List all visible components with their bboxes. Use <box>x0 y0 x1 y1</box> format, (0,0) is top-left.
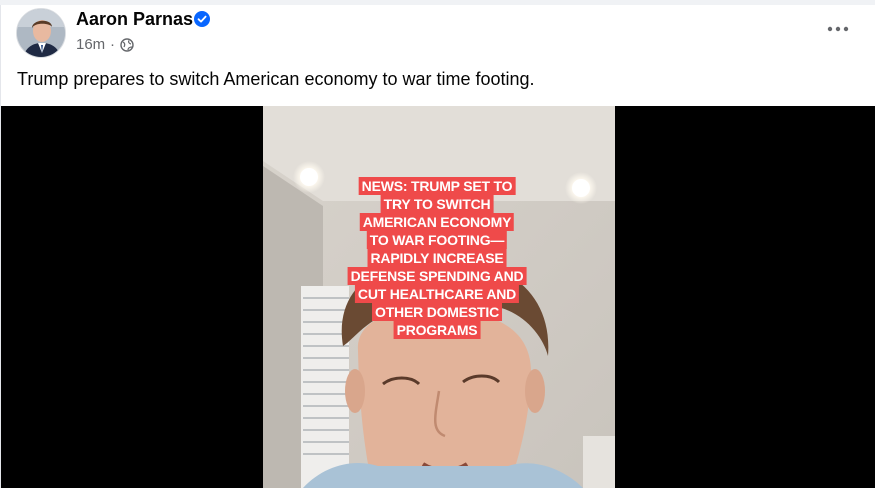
more-options-button[interactable] <box>820 14 856 44</box>
video-caption-line: TRY TO SWITCH <box>380 195 494 213</box>
video-caption-line: NEWS: TRUMP SET TO <box>358 177 516 195</box>
author-avatar[interactable] <box>16 8 66 58</box>
more-options-icon <box>827 26 849 32</box>
video-caption-line: TO WAR FOOTING— <box>366 231 508 249</box>
post-text: Trump prepares to switch American econom… <box>17 69 535 89</box>
video-frame[interactable]: NEWS: TRUMP SET TO TRY TO SWITCH AMERICA… <box>263 106 615 488</box>
author-name[interactable]: Aaron Parnas <box>76 9 193 30</box>
feed-top-gap <box>0 0 875 5</box>
video-caption-line: AMERICAN ECONOMY <box>359 213 515 231</box>
video-caption-line: DEFENSE SPENDING AND <box>347 267 527 285</box>
meta-separator: · <box>110 36 115 53</box>
video-caption-line: RAPIDLY INCREASE <box>367 249 507 267</box>
video-caption-line: CUT HEALTHCARE AND <box>354 285 520 303</box>
video-caption-line: PROGRAMS <box>393 321 481 339</box>
globe-icon[interactable] <box>120 38 134 52</box>
verified-badge-icon <box>194 11 210 27</box>
video-caption-line: OTHER DOMESTIC <box>372 303 502 321</box>
post-timestamp[interactable]: 16m <box>76 36 105 53</box>
